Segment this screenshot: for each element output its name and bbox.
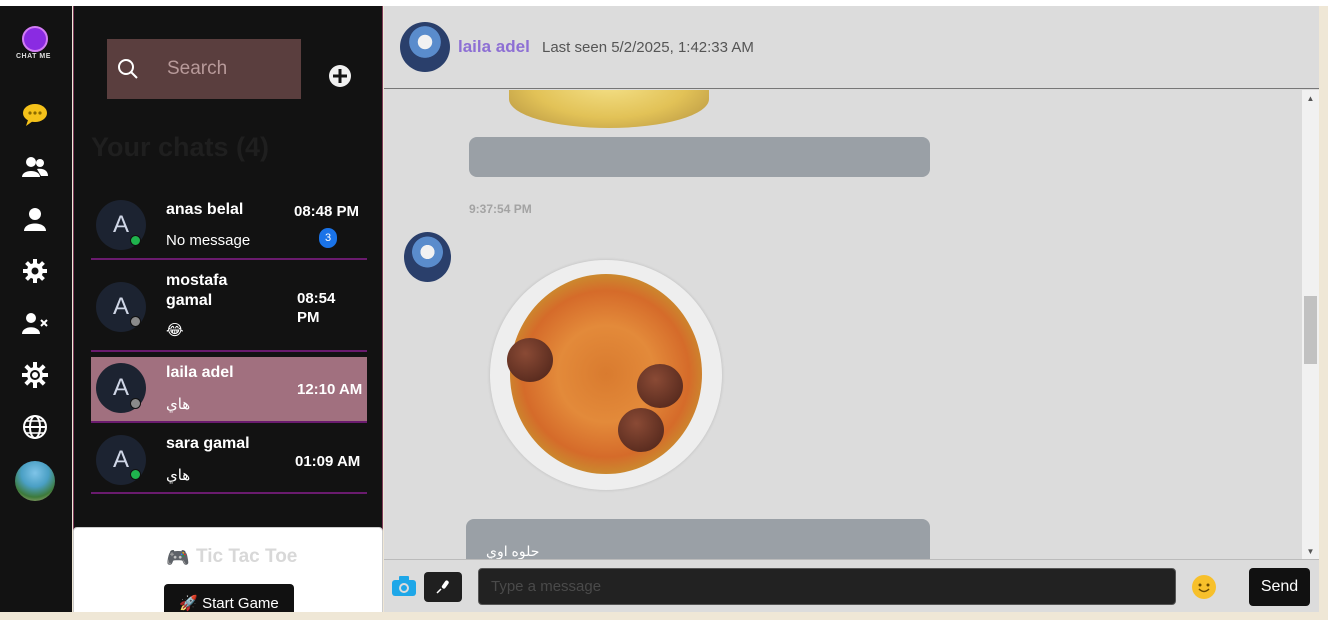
search-input[interactable] (167, 55, 287, 83)
offline-status-dot (130, 316, 141, 327)
meatball-shape (618, 408, 664, 452)
taskbar-strip (0, 612, 1328, 620)
chats-title: Your chats (4) (91, 132, 270, 162)
meatball-shape (507, 338, 553, 382)
app-logo-text: CHAT ME (16, 53, 51, 60)
message-input[interactable] (478, 568, 1176, 605)
spaghetti-image-message[interactable] (490, 260, 722, 490)
scroll-thumb[interactable] (1304, 296, 1317, 364)
unread-badge: 3 (319, 228, 337, 248)
camera-icon[interactable] (392, 576, 416, 598)
profile-avatar[interactable] (15, 461, 55, 501)
chat-time: 08:54 PM (297, 290, 336, 326)
sun-settings-icon[interactable] (22, 362, 48, 388)
scroll-up-icon[interactable]: ▲ (1302, 90, 1319, 107)
online-status-dot (130, 235, 141, 246)
chat-name: mostafa gamal (166, 272, 228, 309)
gear-icon[interactable] (22, 258, 48, 284)
chat-time: 12:10 AM (297, 381, 363, 398)
chat-last-message: No message (166, 232, 251, 249)
offline-status-dot (130, 398, 141, 409)
meatball-shape (637, 364, 683, 408)
chat-last-message: هاي (166, 467, 191, 484)
emoji-icon[interactable] (1192, 575, 1216, 599)
tic-tac-toe-card: 🎮 Tic Tac Toe 🚀 Start Game (73, 527, 383, 616)
chat-time: 08:48 PM (294, 203, 360, 220)
message-bubble: حلوه اوي (466, 519, 930, 560)
gamepad-icon: 🎮 (166, 548, 190, 569)
chat-item-anas-belal[interactable]: A anas belal No message 08:48 PM 3 (91, 192, 367, 260)
chat-bubble-icon[interactable] (22, 102, 48, 128)
chat-name: laila adel (166, 364, 234, 381)
chat-last-message: هاي (166, 396, 191, 413)
sender-avatar (404, 232, 451, 282)
message-text: حلوه اوي (486, 543, 540, 559)
message-bubble (469, 137, 930, 177)
contact-name[interactable]: laila adel (458, 37, 530, 57)
chat-item-mostafa-gamal[interactable]: A mostafa gamal 😂 08:54 PM (91, 262, 367, 352)
contact-avatar[interactable] (400, 22, 450, 72)
add-chat-button[interactable] (329, 65, 351, 87)
app-logo-icon[interactable] (22, 26, 48, 52)
scroll-down-icon[interactable]: ▼ (1302, 543, 1319, 560)
online-status-dot (130, 469, 141, 480)
plus-icon (333, 69, 347, 83)
conversation-header: laila adel Last seen 5/2/2025, 1:42:33 A… (384, 6, 1319, 89)
search-icon (117, 58, 139, 85)
chat-name: anas belal (166, 201, 244, 218)
chat-name: sara gamal (166, 435, 250, 452)
conversation-pane: laila adel Last seen 5/2/2025, 1:42:33 A… (384, 6, 1319, 612)
globe-icon[interactable] (22, 414, 48, 440)
search-box (107, 39, 301, 99)
chat-item-sara-gamal[interactable]: A sara gamal هاي 01:09 AM (91, 426, 367, 494)
message-list: 9:37:54 PM حلوه اوي (384, 90, 1304, 560)
chat-item-laila-adel[interactable]: A laila adel هاي 12:10 AM (91, 357, 367, 423)
user-block-icon[interactable] (22, 310, 48, 336)
send-button[interactable]: Send (1249, 568, 1310, 606)
food-image-message[interactable] (509, 90, 709, 128)
message-time: 9:37:54 PM (469, 202, 532, 216)
message-composer: Send (384, 559, 1319, 612)
user-icon[interactable] (22, 206, 48, 232)
message-scrollbar[interactable]: ▲ ▼ (1302, 90, 1319, 560)
chat-time: 01:09 AM (295, 453, 361, 470)
chat-last-message: 😂 (166, 322, 184, 339)
chat-list-panel: Your chats (4) A anas belal No message 0… (73, 6, 383, 612)
game-title: Tic Tac Toe (196, 546, 298, 567)
users-icon[interactable] (22, 154, 48, 180)
icon-rail: CHAT ME (0, 6, 72, 612)
microphone-button[interactable] (424, 572, 462, 602)
microphone-icon (436, 580, 449, 594)
last-seen-text: Last seen 5/2/2025, 1:42:33 AM (542, 39, 754, 56)
